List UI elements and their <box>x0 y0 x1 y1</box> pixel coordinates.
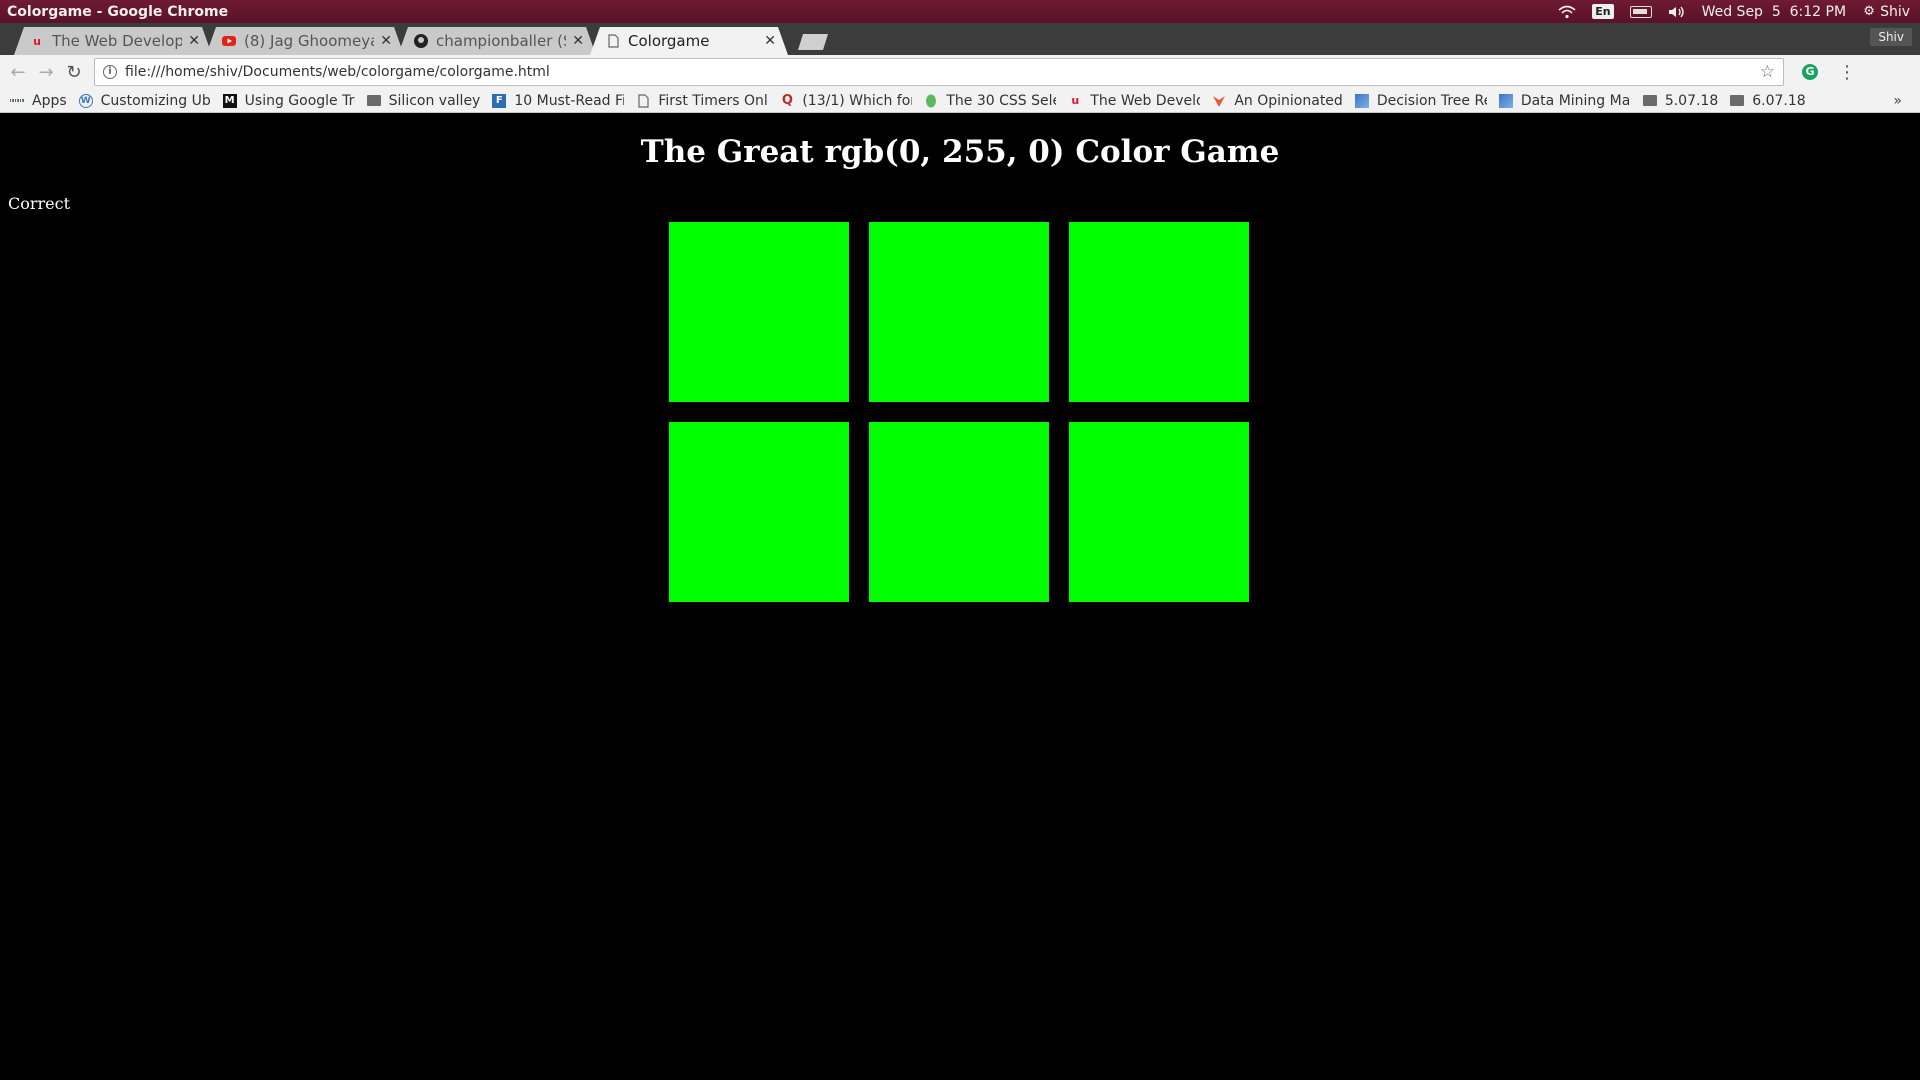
f-icon: F <box>492 93 507 108</box>
bookmark-item[interactable]: M Using Google Tre <box>222 92 355 109</box>
close-icon[interactable]: ✕ <box>380 33 392 49</box>
grammarly-icon[interactable]: G <box>1802 64 1818 80</box>
bookmark-apps[interactable]: Apps <box>9 92 67 109</box>
bookmark-folder[interactable]: 6.07.18 <box>1730 92 1806 109</box>
forward-arrow-icon[interactable]: → <box>32 62 60 83</box>
page-content: The Great rgb(0, 255, 0) Color Game Corr… <box>0 114 1920 1080</box>
close-icon[interactable]: ✕ <box>572 33 584 49</box>
bookmark-item[interactable]: First Timers Only <box>636 93 768 109</box>
menu-icon[interactable]: ⋮ <box>1838 62 1856 83</box>
folder-icon <box>1642 94 1657 108</box>
wifi-icon[interactable] <box>1558 5 1576 19</box>
bookmark-item[interactable]: Decision Tree Re <box>1354 92 1487 109</box>
more-bookmarks-chevron-icon[interactable]: » <box>1893 93 1902 109</box>
color-squares-grid <box>669 222 1251 602</box>
user-menu[interactable]: ⚙ Shiv <box>1862 4 1910 20</box>
close-icon[interactable]: ✕ <box>764 33 776 49</box>
tab-label: championballer (Sh <box>436 32 563 50</box>
bookmark-label: Apps <box>32 92 67 109</box>
bookmark-label: 5.07.18 <box>1664 92 1719 109</box>
tab-strip: u The Web Developer ✕ (8) Jag Ghoomeya -… <box>0 23 1920 55</box>
color-square[interactable] <box>669 222 849 402</box>
result-message: Correct <box>8 194 71 213</box>
bookmark-label: Using Google Tre <box>244 92 355 109</box>
fox-icon <box>1212 94 1226 108</box>
bookmark-item[interactable]: Q (13/1) Which for <box>780 92 913 109</box>
color-square[interactable] <box>1069 222 1249 402</box>
color-square[interactable] <box>1069 422 1249 602</box>
tab-label: The Web Developer <box>52 32 183 50</box>
bookmark-item[interactable]: The 30 CSS Selec <box>924 93 1056 109</box>
new-tab-button[interactable] <box>798 34 828 50</box>
bookmark-folder[interactable]: 5.07.18 <box>1642 92 1719 109</box>
folder-icon <box>1730 94 1745 108</box>
wordpress-icon: W <box>78 93 93 108</box>
tab-github[interactable]: championballer (Sh ✕ <box>398 27 596 55</box>
tab-label: Colorgame <box>628 32 710 50</box>
medium-icon: M <box>222 93 237 108</box>
blue-page-icon <box>1354 93 1369 108</box>
info-icon[interactable]: i <box>103 65 117 79</box>
volume-icon[interactable] <box>1668 5 1686 19</box>
udemy-icon: u <box>33 34 41 48</box>
bookmark-item[interactable]: W Customizing Ubu <box>78 92 211 109</box>
apps-icon <box>9 94 25 108</box>
window-title: Colorgame - Google Chrome <box>7 3 229 20</box>
bookmark-label: 10 Must-Read Fir <box>514 92 625 109</box>
bookmark-item[interactable]: An Opinionated <box>1212 92 1343 109</box>
leaf-icon <box>924 94 938 108</box>
back-arrow-icon[interactable]: ← <box>4 62 32 83</box>
bookmark-label: 6.07.18 <box>1752 92 1806 109</box>
bookmark-star-icon[interactable]: ☆ <box>1760 62 1775 82</box>
bookmark-label: The Web Develo <box>1090 92 1201 109</box>
page-title: The Great rgb(0, 255, 0) Color Game <box>640 134 1280 170</box>
bookmark-label: An Opinionated <box>1234 92 1343 109</box>
page-icon <box>606 34 620 48</box>
bookmark-item[interactable]: Data Mining Map <box>1498 92 1631 109</box>
reload-icon[interactable]: ↻ <box>60 62 88 83</box>
bookmark-label: Silicon valley <box>388 92 481 109</box>
quora-icon: Q <box>781 93 793 108</box>
bookmark-label: Data Mining Map <box>1520 92 1631 109</box>
tab-web-developer[interactable]: u The Web Developer ✕ <box>14 27 212 55</box>
page-icon <box>636 93 650 108</box>
profile-button[interactable]: Shiv <box>1870 28 1912 46</box>
github-icon <box>414 34 428 48</box>
color-square[interactable] <box>669 422 849 602</box>
bookmark-item[interactable]: F 10 Must-Read Fir <box>492 93 624 109</box>
blue-page-icon <box>1498 93 1513 108</box>
bookmark-label: Customizing Ubu <box>100 92 211 109</box>
close-icon[interactable]: ✕ <box>188 33 200 49</box>
folder-icon <box>366 94 381 108</box>
tab-colorgame[interactable]: Colorgame ✕ <box>590 27 788 55</box>
color-square[interactable] <box>869 422 1049 602</box>
gear-icon: ⚙ <box>1863 4 1875 19</box>
address-bar[interactable]: i file:///home/shiv/Documents/web/colorg… <box>94 58 1784 86</box>
color-square[interactable] <box>869 222 1049 402</box>
tab-label: (8) Jag Ghoomeya - <box>244 32 375 50</box>
bookmark-label: Decision Tree Re <box>1376 92 1487 109</box>
bookmarks-bar: Apps W Customizing Ubu M Using Google Tr… <box>0 89 1920 113</box>
tab-jag-ghoomeya[interactable]: (8) Jag Ghoomeya - ✕ <box>206 27 404 55</box>
user-name: Shiv <box>1880 3 1910 20</box>
youtube-icon <box>222 34 236 48</box>
battery-icon[interactable] <box>1629 5 1652 18</box>
bookmark-label: (13/1) Which for <box>802 92 913 109</box>
bookmark-folder[interactable]: Silicon valley <box>366 92 481 109</box>
bookmark-label: First Timers Only <box>658 92 769 109</box>
os-top-bar: Colorgame - Google Chrome En Wed Sep 5 6… <box>0 0 1920 23</box>
url-text[interactable]: file:///home/shiv/Documents/web/colorgam… <box>125 64 1760 80</box>
clock[interactable]: Wed Sep 5 6:12 PM <box>1702 4 1846 20</box>
bookmark-item[interactable]: u The Web Develo <box>1068 93 1200 109</box>
browser-toolbar: ← → ↻ i file:///home/shiv/Documents/web/… <box>0 55 1920 89</box>
os-indicators: En Wed Sep 5 6:12 PM ⚙ Shiv <box>1558 4 1920 20</box>
udemy-icon: u <box>1071 94 1080 107</box>
keyboard-language-indicator[interactable]: En <box>1592 4 1614 19</box>
bookmark-label: The 30 CSS Selec <box>946 92 1056 109</box>
